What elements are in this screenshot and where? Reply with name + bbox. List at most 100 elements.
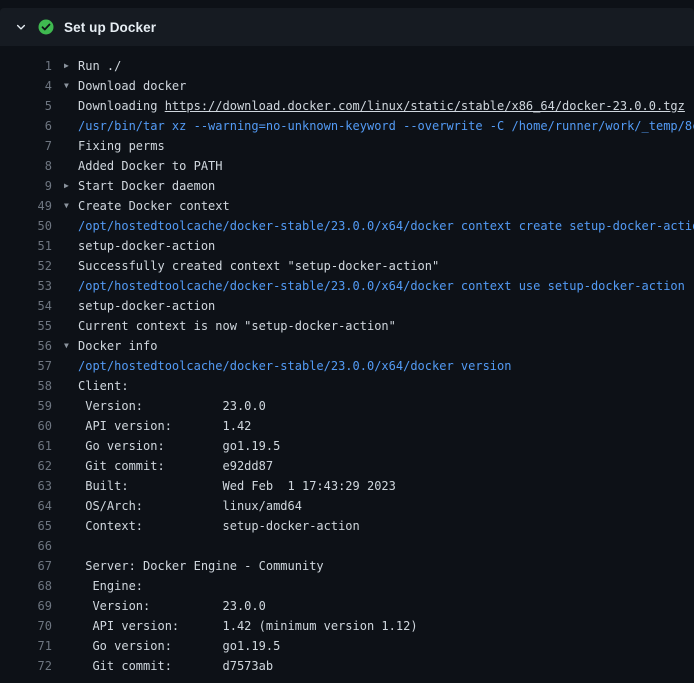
log-text: Version: 23.0.0 bbox=[78, 396, 694, 416]
log-line: 61 Go version: go1.19.5 bbox=[0, 436, 694, 456]
log-line[interactable]: 4 ▼ Download docker bbox=[0, 76, 694, 96]
disclosure-triangle-icon[interactable]: ▼ bbox=[64, 336, 78, 356]
line-number[interactable]: 56 bbox=[0, 336, 52, 356]
line-number[interactable]: 49 bbox=[0, 196, 52, 216]
line-number[interactable]: 61 bbox=[0, 436, 52, 456]
log-line: 54 setup-docker-action bbox=[0, 296, 694, 316]
log-text: Client: bbox=[78, 376, 694, 396]
log-line: 67 Server: Docker Engine - Community bbox=[0, 556, 694, 576]
log-line: 65 Context: setup-docker-action bbox=[0, 516, 694, 536]
log-text: Built: Wed Feb 1 17:43:29 2023 bbox=[78, 476, 694, 496]
log-text: Git commit: e92dd87 bbox=[78, 456, 694, 476]
line-number[interactable]: 69 bbox=[0, 596, 52, 616]
disclosure-triangle-icon[interactable]: ▼ bbox=[64, 196, 78, 216]
log-group-title[interactable]: Start Docker daemon bbox=[78, 176, 694, 196]
line-number[interactable]: 55 bbox=[0, 316, 52, 336]
log-text: setup-docker-action bbox=[78, 296, 694, 316]
line-number[interactable]: 5 bbox=[0, 96, 52, 116]
log-text-prefix: Downloading bbox=[78, 99, 165, 113]
log-url-link[interactable]: https://download.docker.com/linux/static… bbox=[165, 99, 685, 113]
log-group-title[interactable]: Docker info bbox=[78, 336, 694, 356]
chevron-down-icon[interactable] bbox=[14, 20, 28, 34]
log-group-title[interactable]: Run ./ bbox=[78, 56, 694, 76]
log-text: Go version: go1.19.5 bbox=[78, 636, 694, 656]
log-group-title[interactable]: Download docker bbox=[78, 76, 694, 96]
check-circle-icon bbox=[38, 19, 54, 35]
log-text: Go version: go1.19.5 bbox=[78, 436, 694, 456]
log-text: API version: 1.42 bbox=[78, 416, 694, 436]
log-text: /opt/hostedtoolcache/docker-stable/23.0.… bbox=[78, 356, 694, 376]
log-line: 70 API version: 1.42 (minimum version 1.… bbox=[0, 616, 694, 636]
log-line: 72 Git commit: d7573ab bbox=[0, 656, 694, 676]
log-line: 71 Go version: go1.19.5 bbox=[0, 636, 694, 656]
log-line: 63 Built: Wed Feb 1 17:43:29 2023 bbox=[0, 476, 694, 496]
line-number[interactable]: 71 bbox=[0, 636, 52, 656]
log-text: Version: 23.0.0 bbox=[78, 596, 694, 616]
log-line: 68 Engine: bbox=[0, 576, 694, 596]
step-title: Set up Docker bbox=[64, 20, 156, 35]
line-number[interactable]: 52 bbox=[0, 256, 52, 276]
line-number[interactable]: 54 bbox=[0, 296, 52, 316]
log-line: 69 Version: 23.0.0 bbox=[0, 596, 694, 616]
line-number[interactable]: 57 bbox=[0, 356, 52, 376]
disclosure-triangle-icon[interactable]: ▼ bbox=[64, 76, 78, 96]
log-text: /opt/hostedtoolcache/docker-stable/23.0.… bbox=[78, 276, 694, 296]
log-text: Git commit: d7573ab bbox=[78, 656, 694, 676]
disclosure-triangle-icon[interactable]: ▶ bbox=[64, 176, 78, 196]
log-line[interactable]: 9 ▶ Start Docker daemon bbox=[0, 176, 694, 196]
log-text: API version: 1.42 (minimum version 1.12) bbox=[78, 616, 694, 636]
line-number[interactable]: 67 bbox=[0, 556, 52, 576]
log-text: setup-docker-action bbox=[78, 236, 694, 256]
line-number[interactable]: 4 bbox=[0, 76, 52, 96]
line-number[interactable]: 68 bbox=[0, 576, 52, 596]
log-text: Context: setup-docker-action bbox=[78, 516, 694, 536]
line-number[interactable]: 60 bbox=[0, 416, 52, 436]
log-text: Successfully created context "setup-dock… bbox=[78, 256, 694, 276]
line-number[interactable]: 59 bbox=[0, 396, 52, 416]
line-number[interactable]: 1 bbox=[0, 56, 52, 76]
log-text: Engine: bbox=[78, 576, 694, 596]
log-line: 8 Added Docker to PATH bbox=[0, 156, 694, 176]
log-line: 52 Successfully created context "setup-d… bbox=[0, 256, 694, 276]
log-text: OS/Arch: linux/amd64 bbox=[78, 496, 694, 516]
log-line: 58 Client: bbox=[0, 376, 694, 396]
log-text: Current context is now "setup-docker-act… bbox=[78, 316, 694, 336]
log-line: 53 /opt/hostedtoolcache/docker-stable/23… bbox=[0, 276, 694, 296]
line-number[interactable]: 8 bbox=[0, 156, 52, 176]
log-text: /usr/bin/tar xz --warning=no-unknown-key… bbox=[78, 116, 694, 136]
log-line: 62 Git commit: e92dd87 bbox=[0, 456, 694, 476]
log-line: 60 API version: 1.42 bbox=[0, 416, 694, 436]
line-number[interactable]: 53 bbox=[0, 276, 52, 296]
line-number[interactable]: 62 bbox=[0, 456, 52, 476]
log-text: Fixing perms bbox=[78, 136, 694, 156]
log-line: 55 Current context is now "setup-docker-… bbox=[0, 316, 694, 336]
line-number[interactable]: 9 bbox=[0, 176, 52, 196]
log-text: /opt/hostedtoolcache/docker-stable/23.0.… bbox=[78, 216, 694, 236]
log-line[interactable]: 49 ▼ Create Docker context bbox=[0, 196, 694, 216]
log-text: Server: Docker Engine - Community bbox=[78, 556, 694, 576]
log-text: Added Docker to PATH bbox=[78, 156, 694, 176]
line-number[interactable]: 7 bbox=[0, 136, 52, 156]
log-line: 57 /opt/hostedtoolcache/docker-stable/23… bbox=[0, 356, 694, 376]
log-lines: 1 ▶ Run ./ 4 ▼ Download docker 5 Downloa… bbox=[0, 46, 694, 676]
line-number[interactable]: 72 bbox=[0, 656, 52, 676]
line-number[interactable]: 50 bbox=[0, 216, 52, 236]
log-line: 50 /opt/hostedtoolcache/docker-stable/23… bbox=[0, 216, 694, 236]
line-number[interactable]: 70 bbox=[0, 616, 52, 636]
disclosure-triangle-icon[interactable]: ▶ bbox=[64, 56, 78, 76]
log-group-title[interactable]: Create Docker context bbox=[78, 196, 694, 216]
line-number[interactable]: 51 bbox=[0, 236, 52, 256]
line-number[interactable]: 64 bbox=[0, 496, 52, 516]
line-number[interactable]: 65 bbox=[0, 516, 52, 536]
step-header[interactable]: Set up Docker bbox=[0, 8, 694, 46]
log-line[interactable]: 56 ▼ Docker info bbox=[0, 336, 694, 356]
line-number[interactable]: 63 bbox=[0, 476, 52, 496]
log-line: 64 OS/Arch: linux/amd64 bbox=[0, 496, 694, 516]
log-text: Downloading https://download.docker.com/… bbox=[78, 96, 694, 116]
log-line: 66 bbox=[0, 536, 694, 556]
log-line[interactable]: 1 ▶ Run ./ bbox=[0, 56, 694, 76]
line-number[interactable]: 66 bbox=[0, 536, 52, 556]
log-line: 59 Version: 23.0.0 bbox=[0, 396, 694, 416]
line-number[interactable]: 6 bbox=[0, 116, 52, 136]
line-number[interactable]: 58 bbox=[0, 376, 52, 396]
